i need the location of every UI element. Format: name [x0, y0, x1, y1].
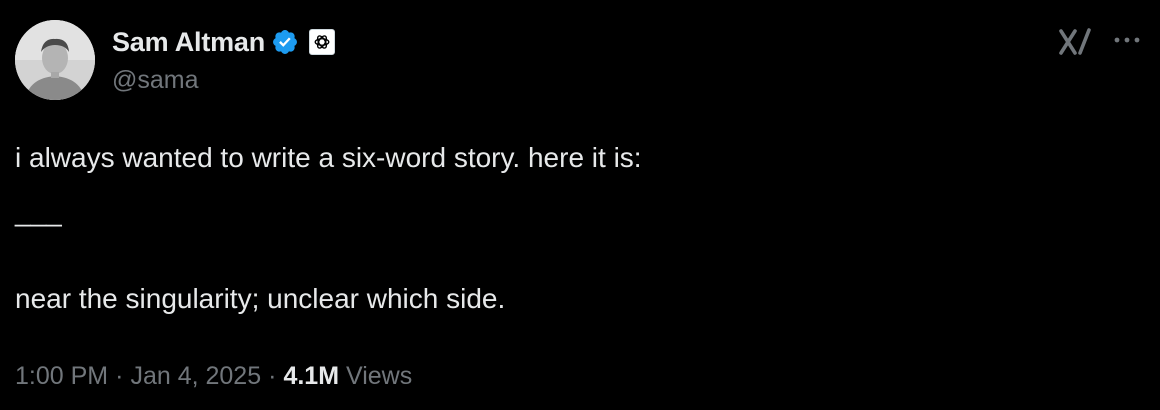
meta-separator: ·: [115, 362, 124, 390]
tweet-date[interactable]: Jan 4, 2025: [130, 362, 261, 390]
author-name-row: Sam Altman: [112, 25, 336, 59]
tweet-text-line: ___: [15, 196, 62, 227]
tweet-text-line: near the singularity; unclear which side…: [15, 283, 506, 314]
verified-badge-icon[interactable]: [271, 28, 299, 56]
tweet-text-line: i always wanted to write a six-word stor…: [15, 142, 642, 173]
openai-logo-icon[interactable]: [309, 29, 336, 55]
author-display-name[interactable]: Sam Altman: [112, 27, 265, 58]
more-icon[interactable]: [1112, 30, 1142, 50]
views-count[interactable]: 4.1M: [283, 362, 339, 390]
meta-separator: ·: [268, 362, 277, 390]
tweet-time[interactable]: 1:00 PM: [15, 362, 108, 390]
avatar[interactable]: [15, 20, 95, 100]
views-label: Views: [345, 362, 413, 390]
tweet-card: Sam Altman @sama i always wanted to writ…: [0, 0, 1160, 410]
author-handle[interactable]: @sama: [112, 66, 199, 95]
tweet-meta: 1:00 PM · Jan 4, 2025 · 4.1M Views: [15, 362, 412, 391]
grok-icon[interactable]: [1058, 28, 1092, 56]
